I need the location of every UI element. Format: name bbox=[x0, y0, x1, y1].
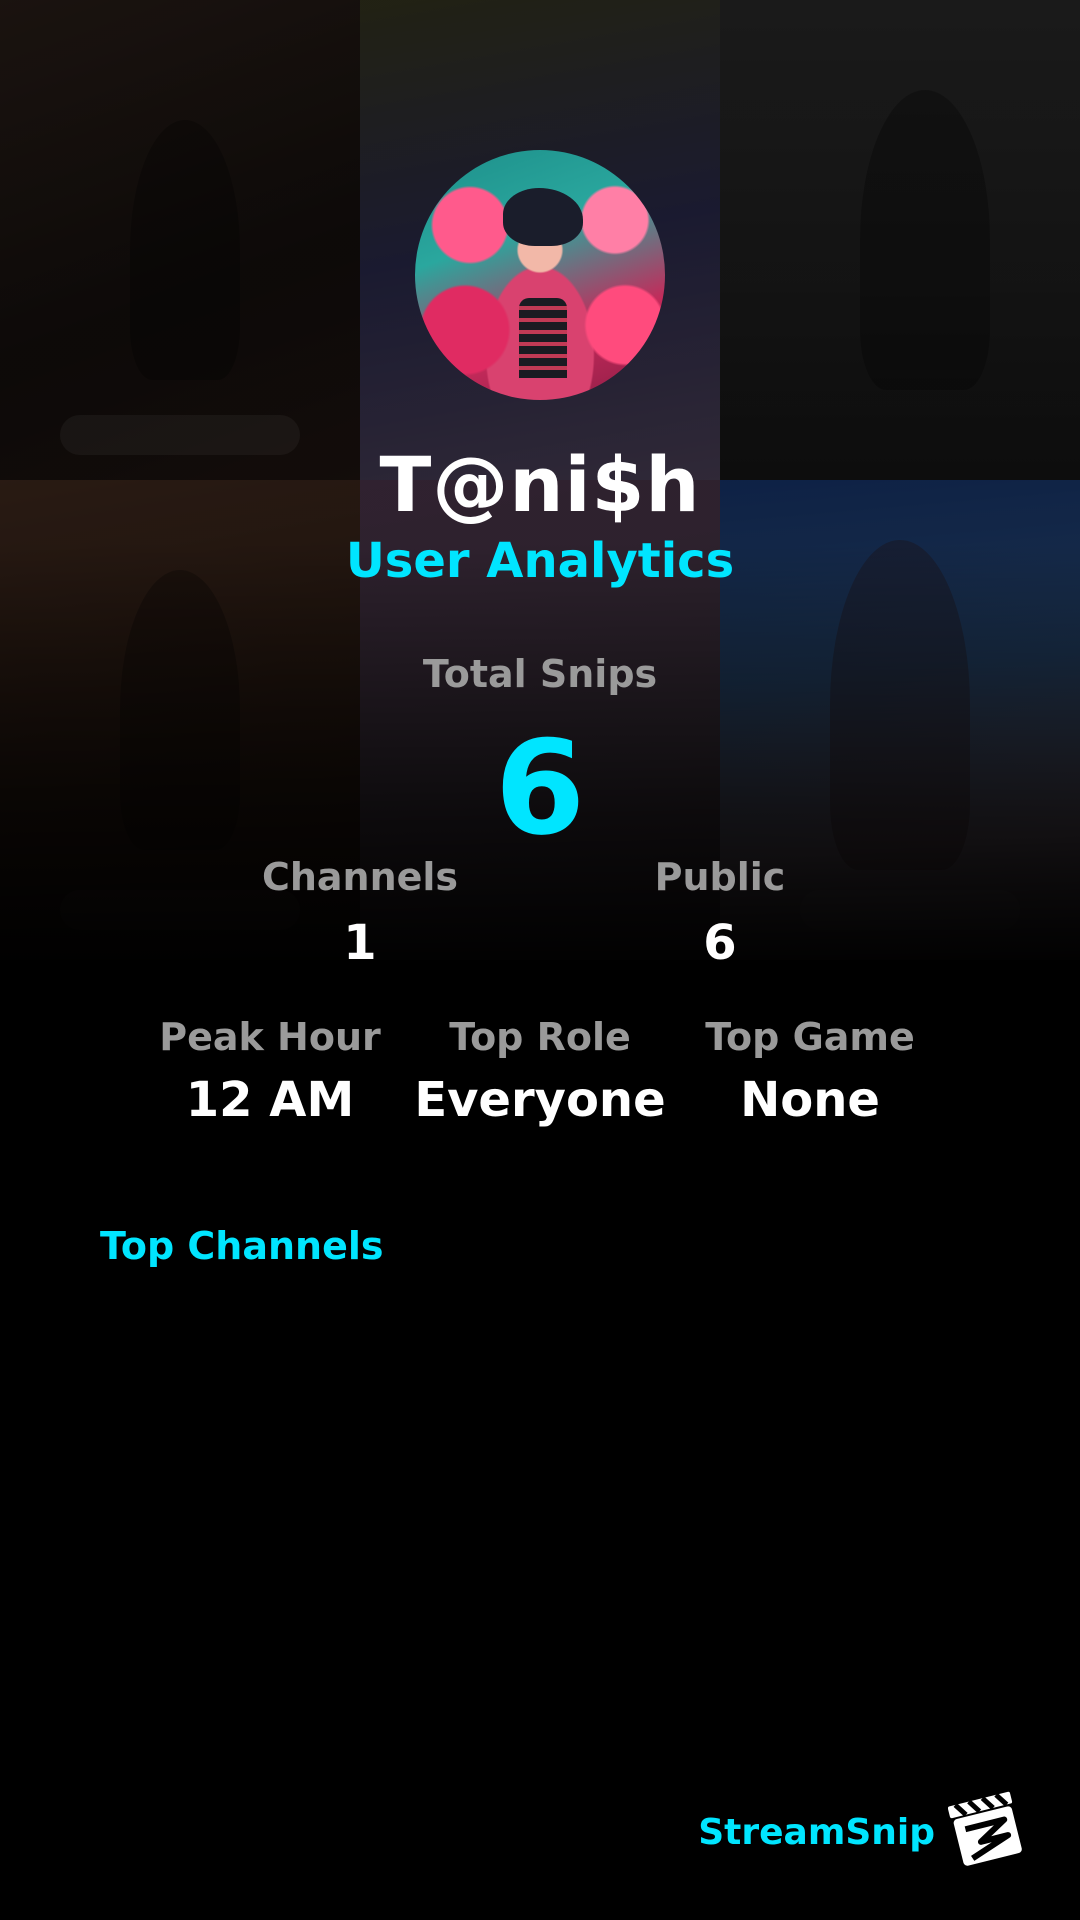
top-game-label: Top Game bbox=[705, 1015, 915, 1059]
top-role-label: Top Role bbox=[449, 1015, 631, 1059]
top-role-value: Everyone bbox=[414, 1072, 666, 1128]
top-channels-heading: Top Channels bbox=[100, 1224, 384, 1268]
clapperboard-icon bbox=[948, 1791, 1022, 1866]
total-snips-label: Total Snips bbox=[422, 652, 658, 696]
peak-hour-value: 12 AM bbox=[185, 1072, 355, 1128]
username: T@ni$h bbox=[379, 440, 701, 529]
total-snips-value: 6 bbox=[494, 712, 586, 864]
peak-hour-label: Peak Hour bbox=[159, 1015, 381, 1059]
public-value: 6 bbox=[703, 915, 737, 971]
brand-name: StreamSnip bbox=[698, 1812, 935, 1853]
public-label: Public bbox=[654, 855, 786, 899]
channels-value: 1 bbox=[343, 915, 377, 971]
page-subtitle: User Analytics bbox=[345, 533, 735, 589]
channels-label: Channels bbox=[261, 855, 459, 899]
avatar bbox=[415, 150, 665, 400]
top-game-value: None bbox=[740, 1072, 880, 1128]
